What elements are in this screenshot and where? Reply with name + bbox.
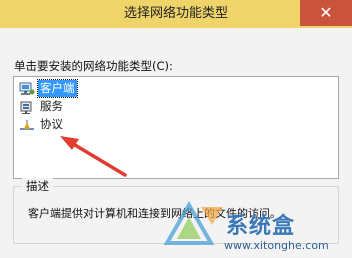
watermark-url: www.xitonghe.com <box>224 239 329 252</box>
watermark-text: 系统盒 <box>226 214 296 239</box>
